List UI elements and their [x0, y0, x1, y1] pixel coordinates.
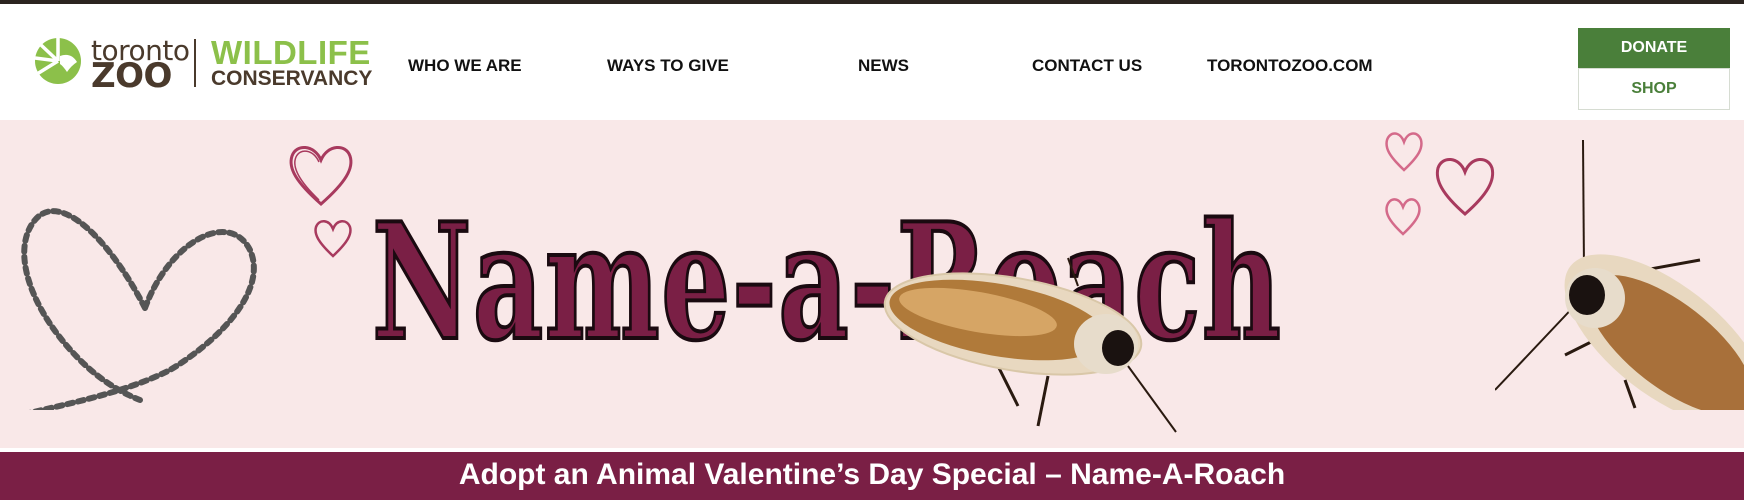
ant-trail-heart-image — [21, 208, 257, 410]
nav-who-we-are[interactable]: WHO WE ARE — [408, 56, 522, 76]
cockroach-image — [1495, 140, 1744, 410]
promo-strip-text: Adopt an Animal Valentine’s Day Special … — [458, 458, 1286, 491]
doodle-heart-icon — [1385, 198, 1421, 236]
donate-button[interactable]: DONATE — [1578, 28, 1730, 68]
zoo-leaf-logo-icon — [34, 38, 81, 84]
logo-divider — [194, 39, 196, 87]
nav-news[interactable]: NEWS — [858, 56, 909, 76]
nav-ways-to-give[interactable]: WAYS TO GIVE — [607, 56, 729, 76]
doodle-heart-icon — [1435, 158, 1495, 216]
shop-button[interactable]: SHOP — [1578, 68, 1730, 110]
nav-contact-us[interactable]: CONTACT US — [1032, 56, 1142, 76]
doodle-heart-icon — [1385, 132, 1423, 172]
logo-zoo-text: ZOO — [91, 56, 172, 96]
hero-banner: Name-a-Roach — [0, 120, 1744, 448]
doodle-heart-icon — [314, 220, 352, 258]
nav-torontozoo-com[interactable]: TORONTOZOO.COM — [1207, 56, 1373, 76]
cockroach-image — [883, 257, 1177, 433]
toronto-zoo-wildlife-conservancy-logo[interactable]: toronto ZOO WILDLIFE CONSERVANCY — [33, 34, 373, 96]
promo-strip: Adopt an Animal Valentine’s Day Special … — [0, 452, 1744, 500]
doodle-heart-icon — [289, 146, 353, 206]
logo-conservancy-text: CONSERVANCY — [211, 67, 373, 90]
site-header: toronto ZOO WILDLIFE CONSERVANCY WHO WE … — [0, 4, 1744, 120]
